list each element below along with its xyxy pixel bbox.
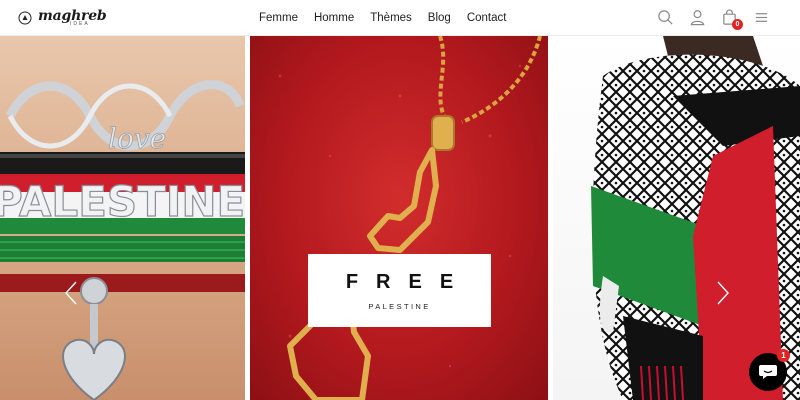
menu-button[interactable]: [752, 8, 770, 26]
cart-count-badge: 0: [732, 19, 743, 30]
nav-item-femme[interactable]: Femme: [259, 12, 298, 24]
logo-emblem-icon: [18, 11, 32, 25]
header-actions: 0: [656, 8, 770, 30]
slide-bracelet[interactable]: love PALESTINE: [0, 36, 245, 400]
nav-item-blog[interactable]: Blog: [428, 12, 451, 24]
menu-icon: [755, 12, 767, 22]
search-icon: [657, 9, 673, 25]
chat-notification-badge: 1: [777, 349, 790, 362]
account-button[interactable]: [688, 8, 706, 26]
chat-button[interactable]: 1: [749, 349, 790, 391]
necklace-image: [278, 36, 542, 400]
main-nav: Femme Homme Thèmes Blog Contact: [259, 0, 506, 36]
chevron-right-icon: [717, 281, 729, 305]
hero-slider: love PALESTINE FREE PALESTINE: [0, 36, 800, 400]
hero-title: FREE: [345, 270, 472, 293]
cart-button[interactable]: 0: [720, 8, 743, 30]
slide-necklace[interactable]: [250, 36, 548, 400]
nav-item-themes[interactable]: Thèmes: [370, 12, 412, 24]
search-button[interactable]: [656, 8, 674, 26]
brand-logo[interactable]: maghreb IDEA: [18, 8, 107, 28]
slider-prev-arrow[interactable]: [64, 280, 78, 306]
hero-overlay-card[interactable]: FREE PALESTINE: [308, 254, 491, 327]
nav-item-contact[interactable]: Contact: [467, 12, 507, 24]
site-header: maghreb IDEA Femme Homme Thèmes Blog Con…: [0, 0, 800, 36]
bracelet-image: love PALESTINE: [0, 80, 245, 400]
hero-subtitle: PALESTINE: [368, 301, 431, 311]
user-icon: [690, 9, 704, 25]
love-charm-text: love: [108, 122, 166, 155]
chat-icon: [759, 365, 777, 379]
chevron-left-icon: [65, 281, 77, 305]
slider-next-arrow[interactable]: [716, 280, 730, 306]
palestine-letters: PALESTINE: [0, 177, 245, 226]
slide-scarf[interactable]: [553, 36, 800, 400]
scarf-image: [591, 36, 800, 400]
brand-tagline: IDEA: [70, 21, 90, 27]
nav-item-homme[interactable]: Homme: [314, 12, 354, 24]
